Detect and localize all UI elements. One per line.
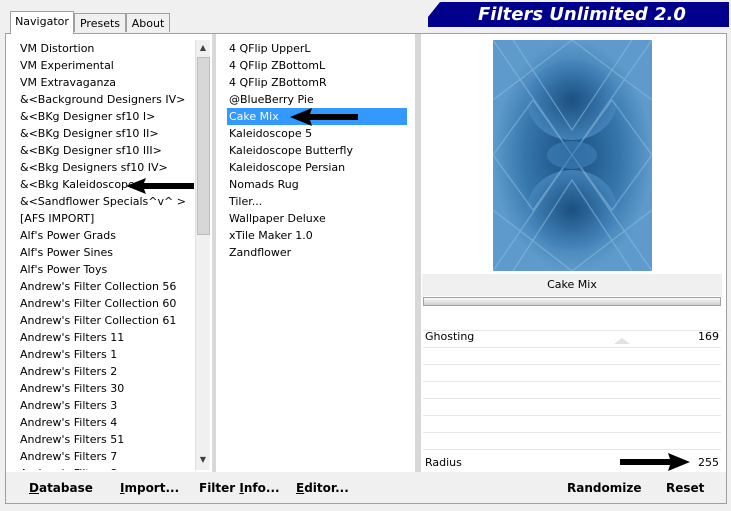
- tab-label: Navigator: [15, 15, 69, 28]
- category-item[interactable]: Andrew's Filters 1: [18, 346, 194, 363]
- category-item[interactable]: Andrew's Filters 3: [18, 397, 194, 414]
- category-item[interactable]: Andrew's Filters 30: [18, 380, 194, 397]
- import-button[interactable]: Import...: [120, 480, 179, 496]
- category-item[interactable]: Alf's Power Sines: [18, 244, 194, 261]
- category-item[interactable]: Andrew's Filters 51: [18, 431, 194, 448]
- category-item[interactable]: Andrew's Filters 11: [18, 329, 194, 346]
- tab-label: About: [131, 17, 165, 30]
- category-item[interactable]: &<Bkg Designers sf10 IV>: [18, 159, 194, 176]
- filter-item[interactable]: xTile Maker 1.0: [227, 227, 407, 244]
- filter-item[interactable]: Kaleidoscope Butterfly: [227, 142, 407, 159]
- arrow-right-icon: [620, 453, 690, 471]
- filter-item[interactable]: 4 QFlip ZBottomR: [227, 74, 407, 91]
- category-list[interactable]: VM Distortion VM Experimental VM Extravaga…: [18, 40, 194, 470]
- panel-divider: [415, 34, 421, 472]
- scroll-up-icon[interactable]: ▲: [196, 41, 210, 55]
- category-item[interactable]: &<Sandflower Specials^v^ >: [18, 193, 194, 210]
- editor-button[interactable]: Editor...: [296, 480, 349, 496]
- category-item[interactable]: VM Distortion: [18, 40, 194, 57]
- randomize-button[interactable]: Randomize: [567, 480, 641, 496]
- param-label: Ghosting: [425, 330, 475, 343]
- preview-image: [493, 40, 652, 271]
- tab-about[interactable]: About: [126, 13, 170, 32]
- category-item[interactable]: &<BKg Designer sf10 I>: [18, 108, 194, 125]
- category-item[interactable]: Andrew's Filters 8: [18, 465, 194, 470]
- category-item[interactable]: &<BKg Designer sf10 III>: [18, 142, 194, 159]
- param-label: Radius: [425, 456, 462, 469]
- category-item[interactable]: Andrew's Filters 2: [18, 363, 194, 380]
- filter-item[interactable]: 4 QFlip UpperL: [227, 40, 407, 57]
- panel-divider: [212, 34, 216, 472]
- param-ghosting[interactable]: Ghosting 169: [425, 329, 721, 345]
- category-scrollbar[interactable]: ▲ ▼: [195, 40, 210, 470]
- category-item[interactable]: VM Extravaganza: [18, 74, 194, 91]
- tab-label: Presets: [79, 17, 121, 30]
- category-item[interactable]: Alf's Power Grads: [18, 227, 194, 244]
- filter-item[interactable]: @BlueBerry Pie: [227, 91, 407, 108]
- filter-item[interactable]: 4 QFlip ZBottomL: [227, 57, 407, 74]
- slider-thumb[interactable]: [614, 338, 630, 344]
- category-item[interactable]: &<Background Designers IV>: [18, 91, 194, 108]
- arrow-left-icon: [290, 108, 358, 126]
- scroll-down-icon[interactable]: ▼: [196, 453, 210, 467]
- param-value: 169: [698, 330, 719, 343]
- filter-item[interactable]: Zandflower: [227, 244, 407, 261]
- filter-item[interactable]: Kaleidoscope Persian: [227, 159, 407, 176]
- category-item[interactable]: Andrew's Filter Collection 56: [18, 278, 194, 295]
- filter-item[interactable]: Tiler...: [227, 193, 407, 210]
- category-item[interactable]: Andrew's Filter Collection 61: [18, 312, 194, 329]
- category-item[interactable]: Andrew's Filters 4: [18, 414, 194, 431]
- tab-presets[interactable]: Presets: [74, 13, 126, 32]
- progress-bar: [423, 297, 721, 306]
- category-item[interactable]: Andrew's Filters 7: [18, 448, 194, 465]
- reset-button[interactable]: Reset: [666, 480, 704, 496]
- category-item[interactable]: [AFS IMPORT]: [18, 210, 194, 227]
- filter-list[interactable]: 4 QFlip UpperL 4 QFlip ZBottomL 4 QFlip ZB…: [227, 40, 407, 470]
- filter-item[interactable]: Wallpaper Deluxe: [227, 210, 407, 227]
- category-item[interactable]: Alf's Power Toys: [18, 261, 194, 278]
- category-item[interactable]: &<BKg Designer sf10 II>: [18, 125, 194, 142]
- category-item[interactable]: Andrew's Filter Collection 60: [18, 295, 194, 312]
- filter-info-button[interactable]: Filter Info...: [199, 480, 280, 496]
- arrow-left-icon: [126, 178, 194, 194]
- filter-title: Cake Mix: [422, 274, 722, 296]
- category-item[interactable]: VM Experimental: [18, 57, 194, 74]
- database-button[interactable]: Database: [29, 480, 93, 496]
- tab-navigator[interactable]: Navigator: [10, 11, 74, 34]
- filter-item[interactable]: Kaleidoscope 5: [227, 125, 407, 142]
- scroll-thumb[interactable]: [197, 57, 210, 235]
- filter-item[interactable]: Nomads Rug: [227, 176, 407, 193]
- param-value: 255: [698, 456, 719, 469]
- app-title: Filters Unlimited 2.0: [478, 4, 686, 25]
